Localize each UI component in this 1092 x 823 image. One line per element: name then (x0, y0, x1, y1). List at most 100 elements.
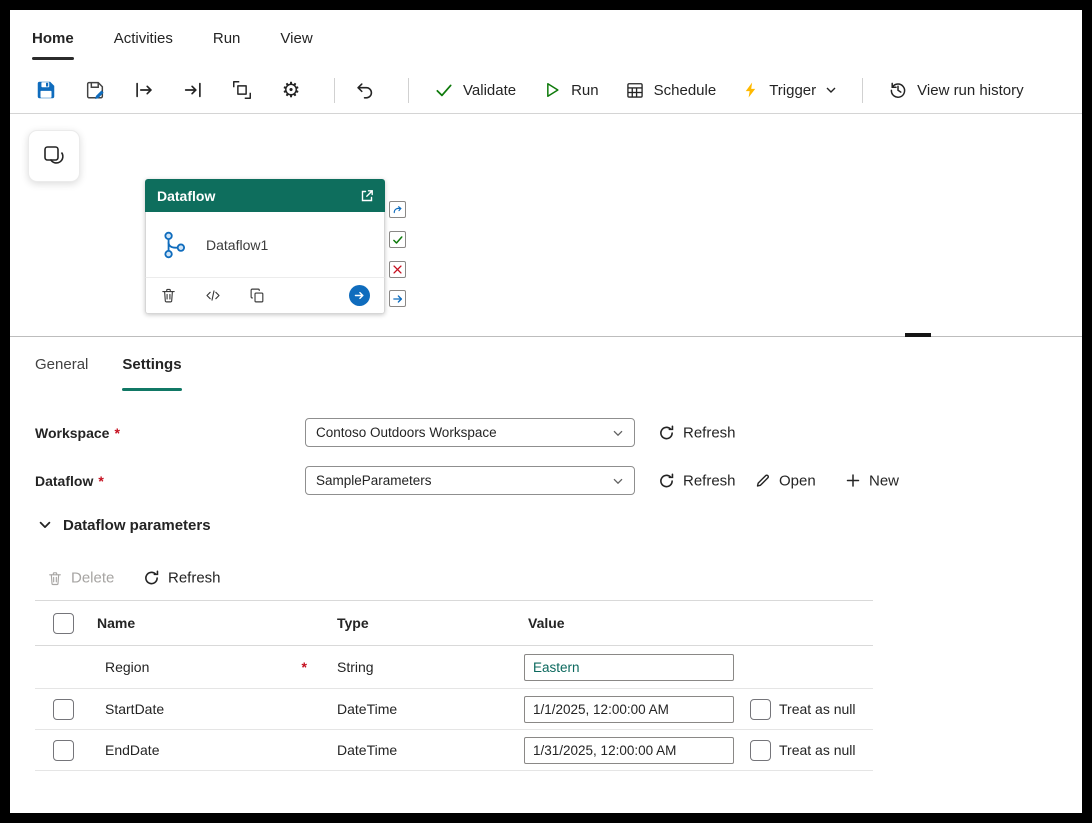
trigger-button[interactable]: Trigger (729, 72, 850, 108)
toolbox-icon (41, 143, 67, 169)
validate-label: Validate (463, 81, 517, 99)
menu-tab-home[interactable]: Home (32, 10, 74, 67)
copy-icon[interactable] (249, 287, 266, 304)
open-in-new-icon[interactable] (359, 188, 375, 204)
schedule-label: Schedule (653, 81, 717, 99)
tab-general[interactable]: General (35, 337, 88, 391)
workspace-label-text: Workspace (35, 424, 110, 441)
settings-button[interactable]: ⚙ (273, 72, 309, 108)
param-value-input[interactable] (524, 653, 734, 681)
dataflow-open-button[interactable]: Open (755, 472, 816, 489)
panel-tabs: General Settings (35, 337, 182, 391)
dataflow-new-button[interactable]: New (845, 472, 899, 489)
schedule-button[interactable]: Schedule (612, 72, 730, 108)
param-name: StartDate (105, 701, 165, 717)
column-header-value: Value (528, 615, 565, 631)
view-run-history-label: View run history (917, 81, 1024, 99)
toolbox-button[interactable] (28, 130, 80, 182)
toolbar-separator (408, 77, 409, 103)
delete-parameter-button[interactable]: Delete (47, 570, 114, 587)
workspace-refresh-button[interactable]: Refresh (658, 424, 736, 441)
arrow-to-bar-icon (182, 79, 204, 101)
dataflow-activity-card[interactable]: Dataflow Dataflow1 (145, 179, 385, 314)
required-asterisk: * (301, 659, 307, 675)
on-failure-port-icon[interactable] (389, 261, 406, 278)
parameters-table: Name Type Value Region * String Eastern … (35, 600, 873, 771)
dataflow-new-label: New (869, 472, 900, 489)
treat-as-null-checkbox[interactable] (750, 698, 771, 720)
window-frame: Home Activities Run View ⚙ Validate Run … (0, 0, 1092, 823)
arrow-from-bar-button[interactable] (126, 72, 162, 108)
param-value-input[interactable] (524, 695, 734, 723)
on-skip-port-icon[interactable] (389, 201, 406, 218)
on-completion-port-icon[interactable] (389, 290, 406, 307)
on-success-port-icon[interactable] (389, 231, 406, 248)
tab-general-label: General (35, 355, 89, 373)
dataflow-dropdown[interactable]: SampleParameters (305, 466, 635, 495)
parameters-table-header: Name Type Value (35, 601, 873, 646)
toolbar-separator (862, 77, 864, 103)
calendar-icon (625, 80, 645, 100)
param-type: DateTime (337, 701, 398, 717)
toolbar-separator (334, 77, 335, 103)
table-row: StartDate DateTime Treat as null (35, 689, 873, 730)
treat-as-null-label: Treat as null (779, 701, 856, 717)
save-as-button[interactable] (77, 72, 113, 108)
param-value-input[interactable] (524, 736, 734, 764)
column-header-type: Type (337, 615, 369, 631)
pipeline-canvas[interactable]: Dataflow Dataflow1 (10, 115, 1082, 338)
menu-tab-run[interactable]: Run (213, 10, 241, 67)
run-label: Run (571, 81, 599, 99)
row-checkbox[interactable] (53, 698, 74, 720)
table-row: EndDate DateTime Treat as null (35, 730, 873, 771)
dataflow-refresh-button[interactable]: Refresh (658, 472, 736, 489)
command-toolbar: ⚙ Validate Run Schedule Trigger View run… (10, 67, 1082, 114)
play-icon (542, 80, 562, 100)
refresh-icon (658, 472, 675, 489)
activity-card-footer (145, 277, 385, 314)
plus-icon (845, 473, 861, 489)
workspace-selected-value: Contoso Outdoors Workspace (316, 425, 497, 440)
select-all-checkbox[interactable] (53, 612, 74, 634)
dataflow-selected-value: SampleParameters (316, 473, 432, 488)
refresh-icon (143, 570, 160, 587)
delete-activity-icon[interactable] (160, 287, 177, 304)
tab-settings[interactable]: Settings (122, 337, 182, 391)
pencil-icon (755, 473, 771, 489)
activity-card-header: Dataflow (145, 179, 385, 212)
refresh-icon (658, 424, 675, 441)
undo-button[interactable] (347, 72, 383, 108)
fit-to-canvas-button[interactable] (224, 72, 260, 108)
dataflow-parameters-section-toggle[interactable]: Dataflow parameters (38, 509, 211, 541)
dataflow-label-text: Dataflow (35, 472, 94, 489)
tab-settings-label: Settings (122, 355, 182, 373)
code-view-icon[interactable] (204, 287, 222, 304)
menu-tab-view[interactable]: View (280, 10, 312, 67)
menu-tab-activities[interactable]: Activities (114, 10, 173, 67)
row-checkbox[interactable] (53, 739, 74, 761)
refresh-parameters-button[interactable]: Refresh (143, 570, 221, 587)
trigger-label: Trigger (769, 81, 817, 99)
menu-tab-run-label: Run (212, 30, 241, 47)
validate-button[interactable]: Validate (421, 72, 529, 108)
save-icon (35, 79, 57, 101)
arrow-to-bar-button[interactable] (175, 72, 211, 108)
trash-icon (47, 570, 63, 586)
column-header-name: Name (97, 615, 136, 631)
next-connector-icon[interactable] (349, 285, 370, 306)
dataflow-open-label: Open (779, 472, 816, 489)
run-button[interactable]: Run (529, 72, 612, 108)
workspace-dropdown[interactable]: Contoso Outdoors Workspace (305, 418, 635, 447)
menu-bar: Home Activities Run View (10, 10, 1082, 67)
save-button[interactable] (28, 72, 64, 108)
history-clock-icon (888, 80, 908, 100)
delete-parameter-label: Delete (71, 569, 115, 587)
gear-icon: ⚙ (281, 78, 301, 102)
treat-as-null-checkbox[interactable] (750, 739, 771, 761)
dataflow-icon (160, 230, 190, 260)
param-name: EndDate (105, 742, 160, 758)
lightning-icon (742, 80, 760, 100)
activity-card-body: Dataflow1 (145, 212, 385, 277)
required-asterisk: * (98, 472, 104, 489)
view-run-history-button[interactable]: View run history (875, 72, 1036, 108)
